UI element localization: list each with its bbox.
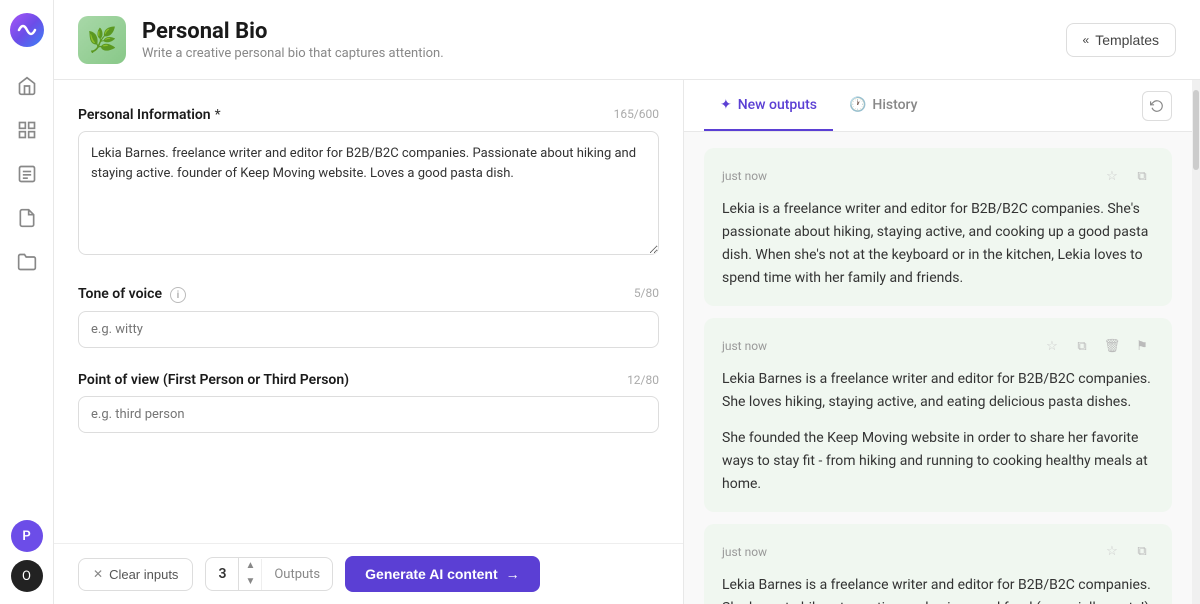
stepper-down[interactable]: ▼ [239, 574, 261, 590]
output-card-2-actions: ☆ ⧉ 🗑 ⚑ [1040, 334, 1154, 358]
pov-count: 12/80 [627, 373, 659, 387]
bottom-icon[interactable]: O [11, 560, 43, 592]
output-card-3-header: just now ☆ ⧉ [722, 540, 1154, 564]
star-icon-3[interactable]: ☆ [1100, 540, 1124, 564]
tone-input[interactable]: witty [78, 311, 659, 348]
user-avatar[interactable]: P [11, 520, 43, 552]
templates-label: Templates [1095, 32, 1159, 48]
output-card-2-para-1: Lekia Barnes is a freelance writer and e… [722, 368, 1154, 414]
scrollbar-track [1192, 80, 1200, 604]
output-tabs: ✦ New outputs 🕐 History [704, 80, 933, 131]
output-card-1-actions: ☆ ⧉ [1100, 164, 1154, 188]
copy-icon-3[interactable]: ⧉ [1130, 540, 1154, 564]
pov-label: Point of view (First Person or Third Per… [78, 372, 349, 388]
header-left: 🌿 Personal Bio Write a creative personal… [78, 16, 444, 64]
sidebar-item-folder[interactable] [9, 244, 45, 280]
sidebar-item-document[interactable] [9, 156, 45, 192]
output-panel: ✦ New outputs 🕐 History [684, 80, 1192, 604]
output-card-3-text: Lekia Barnes is a freelance writer and e… [722, 574, 1154, 604]
output-card-2-text: Lekia Barnes is a freelance writer and e… [722, 368, 1154, 495]
form-panel: Personal Information * 165/600 Lekia Bar… [54, 80, 684, 604]
personal-info-textarea[interactable]: Lekia Barnes. freelance writer and edito… [78, 131, 659, 255]
tab-history[interactable]: 🕐 History [833, 80, 934, 131]
pov-input[interactable]: third person [78, 396, 659, 433]
output-card-3-actions: ☆ ⧉ [1100, 540, 1154, 564]
tone-label: Tone of voice [78, 286, 162, 302]
page-subtitle: Write a creative personal bio that captu… [142, 46, 444, 61]
outputs-label: Outputs [261, 559, 332, 590]
tone-label-group: Tone of voice i [78, 283, 186, 304]
output-time-2: just now [722, 339, 767, 353]
tone-count: 5/80 [634, 286, 659, 300]
scrollbar-thumb[interactable] [1193, 90, 1199, 170]
clear-label: Clear inputs [109, 567, 178, 582]
stepper-arrows: ▲ ▼ [238, 558, 261, 590]
output-card-2: just now ☆ ⧉ 🗑 ⚑ Lekia Barnes is a freel… [704, 318, 1172, 511]
delete-icon-2[interactable]: 🗑 [1100, 334, 1124, 358]
pov-label-row: Point of view (First Person or Third Per… [78, 372, 659, 388]
sidebar-item-home[interactable] [9, 68, 45, 104]
output-card-2-header-left: just now [722, 339, 767, 353]
sidebar-item-grid[interactable] [9, 112, 45, 148]
pov-field: Point of view (First Person or Third Per… [78, 372, 659, 433]
personal-info-required: * [215, 107, 221, 123]
tone-label-row: Tone of voice i 5/80 [78, 283, 659, 304]
output-card-1: just now ☆ ⧉ Lekia is a freelance writer… [704, 148, 1172, 306]
output-scroll: just now ☆ ⧉ Lekia is a freelance writer… [684, 132, 1192, 604]
flag-icon-2[interactable]: ⚑ [1130, 334, 1154, 358]
form-scroll: Personal Information * 165/600 Lekia Bar… [54, 80, 683, 543]
output-card-1-text: Lekia is a freelance writer and editor f… [722, 198, 1154, 290]
generate-button[interactable]: Generate AI content → [345, 556, 540, 592]
history-label: History [872, 97, 917, 113]
personal-info-label-group: Personal Information * [78, 104, 221, 123]
output-card-1-header: just now ☆ ⧉ [722, 164, 1154, 188]
output-card-3-header-left: just now [722, 545, 767, 559]
stepper-value: 3 [206, 558, 238, 590]
refresh-button[interactable] [1142, 91, 1172, 121]
output-time-1: just now [722, 169, 767, 183]
header-info: Personal Bio Write a creative personal b… [142, 19, 444, 61]
templates-button[interactable]: « Templates [1066, 23, 1177, 57]
page-title: Personal Bio [142, 19, 444, 44]
copy-icon-2[interactable]: ⧉ [1070, 334, 1094, 358]
output-card-3: just now ☆ ⧉ Lekia Barnes is a freelance… [704, 524, 1172, 604]
output-card-1-para-1: Lekia is a freelance writer and editor f… [722, 198, 1154, 290]
output-card-2-para-2: She founded the Keep Moving website in o… [722, 427, 1154, 496]
star-icon-1[interactable]: ☆ [1100, 164, 1124, 188]
app-logo[interactable] [9, 12, 45, 48]
personal-info-label: Personal Information [78, 107, 211, 123]
clear-inputs-button[interactable]: ✕ Clear inputs [78, 558, 193, 591]
form-footer: ✕ Clear inputs 3 ▲ ▼ Outputs Generate AI… [54, 543, 683, 604]
generate-label: Generate AI content [365, 566, 498, 582]
output-card-2-header: just now ☆ ⧉ 🗑 ⚑ [722, 334, 1154, 358]
main-wrapper: 🌿 Personal Bio Write a creative personal… [54, 0, 1200, 604]
arrow-right-icon: → [506, 566, 520, 582]
personal-info-count: 165/600 [614, 107, 659, 121]
personal-info-field: Personal Information * 165/600 Lekia Bar… [78, 104, 659, 259]
copy-icon-1[interactable]: ⧉ [1130, 164, 1154, 188]
top-header: 🌿 Personal Bio Write a creative personal… [54, 0, 1200, 80]
refresh-icon [1150, 99, 1164, 113]
chevrons-left-icon: « [1083, 33, 1090, 47]
content-split: Personal Information * 165/600 Lekia Bar… [54, 80, 1200, 604]
output-card-1-header-left: just now [722, 169, 767, 183]
sidebar: P O [0, 0, 54, 604]
x-icon: ✕ [93, 567, 103, 581]
outputs-stepper: 3 ▲ ▼ Outputs [205, 557, 333, 591]
output-time-3: just now [722, 545, 767, 559]
stepper-up[interactable]: ▲ [239, 558, 261, 574]
output-card-3-para-1: Lekia Barnes is a freelance writer and e… [722, 574, 1154, 604]
new-outputs-label: New outputs [738, 97, 817, 113]
clock-icon: 🕐 [849, 97, 866, 113]
output-header: ✦ New outputs 🕐 History [684, 80, 1192, 132]
sparkle-icon: ✦ [720, 97, 732, 113]
tone-info-icon[interactable]: i [170, 287, 186, 303]
personal-info-label-row: Personal Information * 165/600 [78, 104, 659, 123]
star-icon-2[interactable]: ☆ [1040, 334, 1064, 358]
tool-icon: 🌿 [78, 16, 126, 64]
tab-new-outputs[interactable]: ✦ New outputs [704, 80, 833, 131]
tone-field: Tone of voice i 5/80 witty [78, 283, 659, 349]
sidebar-item-file[interactable] [9, 200, 45, 236]
